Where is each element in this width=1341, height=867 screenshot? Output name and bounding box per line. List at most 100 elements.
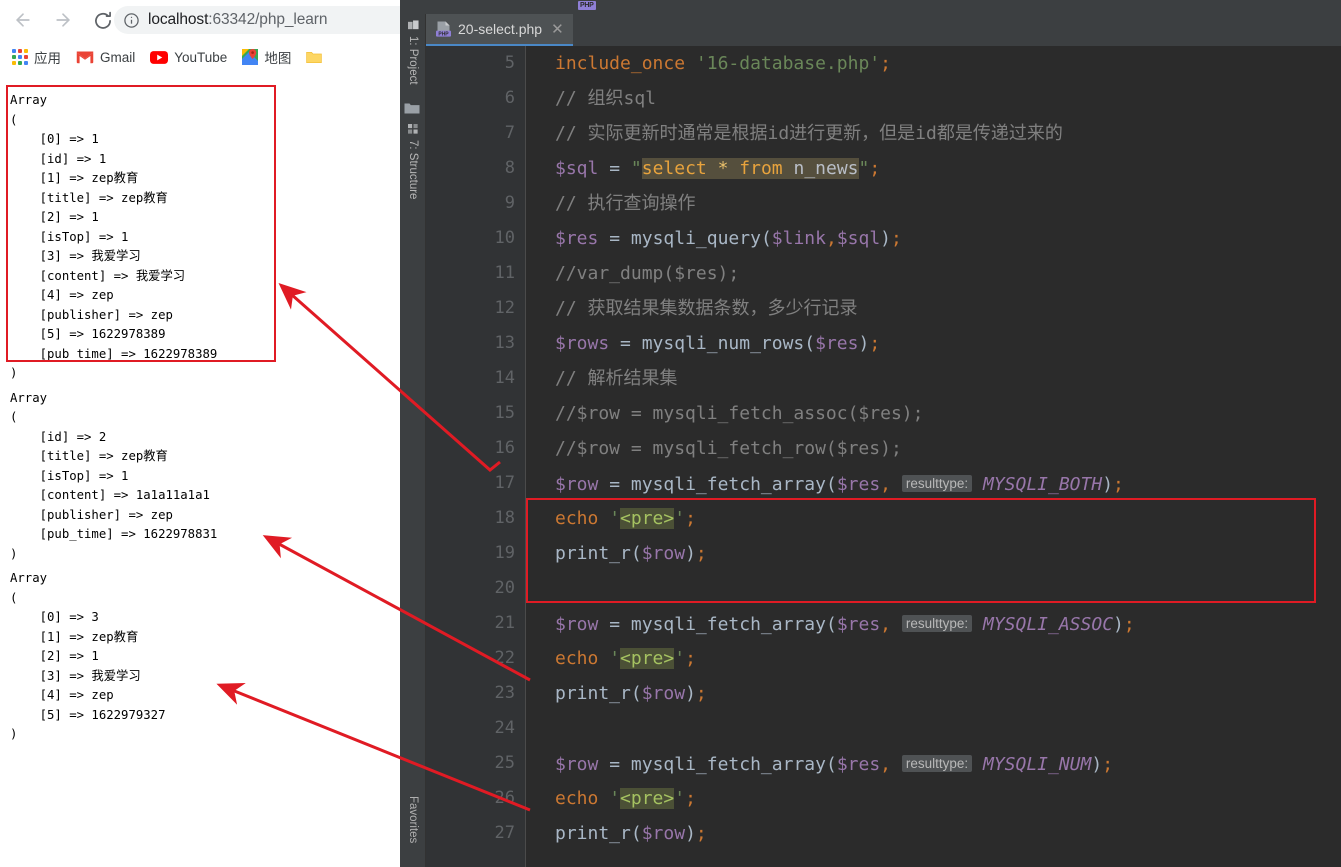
line-number: 14 [494,368,515,388]
sql-injected-string: select * from n_news [641,158,859,179]
code-line-14: // 解析结果集 [555,368,678,389]
line-number: 10 [494,228,515,248]
code-line-25: $row = mysqli_fetch_array($res, resultty… [555,754,1114,775]
page-content: Array ( [0] => 1 [id] => 1 [1] => zep教育 … [0,73,400,867]
php-file-icon: PHP [436,21,451,37]
line-number: 5 [504,53,515,73]
code-line-17: $row = mysqli_fetch_array($res, resultty… [555,474,1124,495]
line-number: 20 [494,578,515,598]
line-number: 6 [504,88,515,108]
code-line-6: // 组织sql [555,88,657,109]
html-pre-tag: <pre> [620,788,675,809]
sidebar-item-favorites[interactable]: Favorites [400,796,426,843]
info-circle-icon[interactable] [123,12,140,29]
code-line-27: print_r($row); [555,823,707,844]
sidebar-item-structure[interactable]: 7: Structure [400,124,426,199]
folder-icon [306,51,323,64]
parameter-hint: resulttype: [901,475,973,492]
line-number: 9 [504,193,515,213]
google-maps-icon [242,49,259,65]
code-line-5: include_once '16-database.php'; [555,53,891,74]
sidebar-item-project[interactable]: 1: Project [400,20,426,85]
line-number: 17 [494,473,515,493]
tab-20-select-php[interactable]: PHP 20-select.php ✕ [426,14,573,46]
string-literal: '16-database.php' [695,53,881,74]
line-number: 12 [494,298,515,318]
code-lines[interactable]: include_once '16-database.php'; // 组织sql… [527,46,1341,867]
browser-window: localhost:63342/php_learn 应用 Gmail YouTu… [0,0,400,867]
bookmark-label: Gmail [100,49,136,65]
line-number: 7 [504,123,515,143]
bookmark-label: 应用 [34,51,61,66]
code-line-8: $sql = "select * from n_news"; [555,158,881,179]
print-r-output-assoc: Array ( [id] => 2 [title] => zep教育 [isTo… [10,390,218,561]
code-line-15: //$row = mysqli_fetch_assoc($res); [555,403,924,424]
line-number: 25 [494,753,515,773]
bookmark-youtube[interactable]: YouTube [150,50,227,65]
gmail-icon [76,50,94,64]
line-number: 19 [494,543,515,563]
bookmarks-bar: 应用 Gmail YouTube 地图 [0,42,400,72]
code-line-19: print_r($row); [555,543,707,564]
line-number: 11 [494,263,515,283]
code-line-22: echo '<pre>'; [555,648,696,669]
breadcrumb: PHP [400,0,1341,14]
code-line-18: echo '<pre>'; [555,508,696,529]
tab-label: 20-select.php [458,21,543,37]
address-bar[interactable]: localhost:63342/php_learn [114,6,400,34]
line-number: 23 [494,683,515,703]
back-button[interactable] [6,3,40,37]
folder-icon[interactable] [404,102,420,120]
bookmark-apps[interactable]: 应用 [12,47,61,67]
constant-mysqli-num: MYSQLI_NUM [982,754,1092,775]
line-number: 15 [494,403,515,423]
line-number: 22 [494,648,515,668]
apps-grid-icon [12,49,28,65]
code-line-12: // 获取结果集数据条数，多少行记录 [555,298,858,319]
parameter-hint: resulttype: [901,615,973,632]
sidebar-label: 7: Structure [407,140,419,200]
bookmark-gmail[interactable]: Gmail [76,50,135,65]
project-icon [407,20,419,31]
line-number: 27 [494,823,515,843]
browser-toolbar: localhost:63342/php_learn [0,0,400,40]
line-number: 13 [494,333,515,353]
code-line-11: //var_dump($res); [555,263,740,284]
forward-button[interactable] [46,3,80,37]
print-r-output-num: Array ( [0] => 3 [1] => zep教育 [2] => 1 [… [10,571,166,741]
youtube-icon [150,50,169,64]
bookmark-label: 地图 [264,51,292,66]
code-editor[interactable]: 5 6 7 8 9 10 11 12 13 14 15 16 17 18 19 … [426,46,1341,867]
url-text: localhost:63342/php_learn [148,11,328,28]
line-number: 26 [494,788,515,808]
structure-icon [407,124,419,135]
editor-tab-bar: PHP 20-select.php ✕ [426,14,1341,46]
line-number: 24 [494,718,515,738]
constant-mysqli-assoc: MYSQLI_ASSOC [982,614,1114,635]
code-line-21: $row = mysqli_fetch_array($res, resultty… [555,614,1135,635]
line-number: 8 [504,158,515,178]
code-line-23: print_r($row); [555,683,707,704]
line-number: 16 [494,438,515,458]
code-line-7: // 实际更新时通常是根据id进行更新，但是id都是传递过来的 [555,123,1063,144]
line-number: 21 [494,613,515,633]
line-number-gutter: 5 6 7 8 9 10 11 12 13 14 15 16 17 18 19 … [426,46,526,867]
code-line-10: $res = mysqli_query($link,$sql); [555,228,902,249]
php-badge-icon: PHP [578,1,596,10]
print-r-output-both: Array ( [0] => 1 [id] => 1 [1] => zep教育 … [10,93,218,380]
code-line-13: $rows = mysqli_num_rows($res); [555,333,881,354]
code-line-16: //$row = mysqli_fetch_row($res); [555,438,902,459]
svg-text:PHP: PHP [438,31,449,37]
bookmark-maps[interactable]: 地图 [242,47,291,67]
code-line-9: // 执行查询操作 [555,193,696,214]
sidebar-label: Favorites [407,796,419,844]
html-pre-tag: <pre> [620,648,675,669]
line-number: 18 [494,508,515,528]
phpstorm-window: PHP 1: Project 7: Structure Favorites PH… [400,0,1341,867]
keyword-include-once: include_once [555,53,686,74]
bookmark-folder[interactable] [306,51,328,64]
constant-mysqli-both: MYSQLI_BOTH [982,474,1103,495]
close-icon[interactable]: ✕ [551,22,564,37]
sidebar-label: 1: Project [407,36,419,85]
html-pre-tag: <pre> [620,508,675,529]
